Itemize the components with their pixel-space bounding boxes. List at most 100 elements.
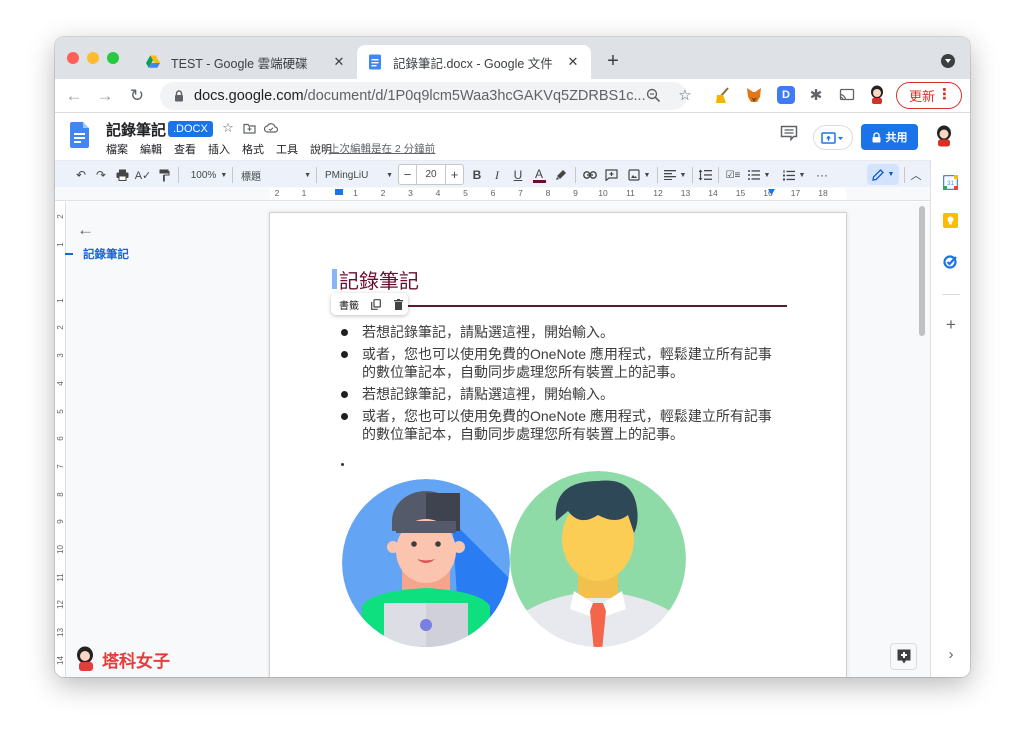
document-heading[interactable]: 記錄筆記	[339, 265, 419, 294]
metamask-fox-icon[interactable]	[745, 86, 763, 104]
profile-avatar-icon[interactable]	[868, 85, 886, 104]
reload-icon[interactable]: ↻	[124, 83, 150, 109]
bullet-list[interactable]: 若想記錄筆記，請點選這裡，開始輸入。 或者，您也可以使用免費的OneNote 應…	[340, 323, 780, 447]
zoom-select[interactable]: 100% ▼	[187, 165, 231, 185]
numbered-list-button[interactable]: ▼	[780, 165, 808, 185]
present-button[interactable]	[813, 125, 853, 150]
vertical-ruler[interactable]: 21123456789101112131415	[55, 202, 66, 677]
share-button[interactable]: 共用	[861, 124, 918, 150]
tab-search-icon[interactable]	[941, 54, 955, 68]
move-folder-icon[interactable]	[241, 120, 257, 136]
bookmark-star-icon[interactable]: ☆	[673, 83, 697, 107]
present-icon	[821, 131, 843, 144]
broom-extension-icon[interactable]	[714, 86, 732, 104]
tab-strip: TEST - Google 雲端硬碟 ✕ 記錄筆記.docx - Google …	[55, 37, 970, 79]
paragraph-style-select[interactable]: 標題 ▼	[241, 165, 311, 185]
tab-close-icon[interactable]: ✕	[563, 52, 583, 72]
google-keep-icon[interactable]	[943, 213, 958, 228]
cast-icon[interactable]	[838, 86, 856, 104]
left-indent-marker[interactable]	[335, 189, 343, 195]
add-comment-icon[interactable]	[603, 165, 619, 185]
google-calendar-icon[interactable]: 31	[943, 175, 958, 190]
align-button[interactable]: ▼	[662, 165, 688, 185]
close-outline-back-icon[interactable]: ←	[77, 220, 95, 239]
google-tasks-icon[interactable]	[943, 254, 958, 269]
comment-history-icon[interactable]	[780, 125, 798, 141]
explore-button[interactable]	[890, 643, 917, 670]
text-color-glyph: A	[534, 166, 543, 181]
tab-close-icon[interactable]: ✕	[329, 52, 349, 72]
line-spacing-icon[interactable]	[697, 165, 713, 185]
cloud-saved-icon[interactable]	[263, 120, 279, 136]
decrease-font-size-button[interactable]: −	[399, 167, 416, 182]
d-extension-icon[interactable]: D	[777, 86, 795, 104]
underline-button[interactable]: U	[510, 165, 526, 185]
bulleted-list-button[interactable]: ▼	[745, 165, 773, 185]
window-maximize-button[interactable]	[107, 52, 119, 64]
bold-button[interactable]: B	[469, 165, 485, 185]
update-button[interactable]: 更新 ⋮	[896, 82, 962, 109]
spellcheck-icon[interactable]: A✓	[135, 165, 152, 185]
print-icon[interactable]	[114, 165, 130, 185]
bookmark-label[interactable]: 書籤	[339, 297, 359, 312]
more-options-button[interactable]: ···	[814, 165, 830, 185]
back-arrow-icon[interactable]: ←	[61, 83, 87, 109]
menu-edit[interactable]: 編輯	[140, 141, 162, 157]
last-edit-link[interactable]: 上次編輯是在 2 分鐘前	[329, 141, 435, 156]
expand-panel-icon[interactable]: ›	[944, 646, 958, 663]
list-item[interactable]: 或者，您也可以使用免費的OneNote 應用程式，輕鬆建立所有記事的數位筆記本，…	[340, 345, 780, 381]
add-addon-icon[interactable]: +	[943, 315, 959, 335]
vertical-ruler-number: 9	[56, 519, 65, 525]
horizontal-ruler[interactable]: 2 1 1 2 3 4 5 6 7 8 9 10 11 12 13 14 15 16 17 18	[55, 187, 930, 201]
new-tab-button[interactable]: +	[601, 49, 625, 73]
outline-item-heading[interactable]: 記錄筆記	[65, 246, 129, 262]
user-avatars-illustration[interactable]	[342, 471, 687, 651]
document-title[interactable]: 記錄筆記	[106, 119, 166, 140]
account-avatar[interactable]	[934, 125, 954, 147]
undo-icon[interactable]: ↶	[73, 165, 89, 185]
add-comment-float-icon	[897, 649, 910, 664]
copy-link-icon[interactable]	[371, 298, 381, 310]
ruler-number: 13	[680, 188, 691, 198]
menu-format[interactable]: 格式	[242, 141, 264, 157]
document-page[interactable]: 記錄筆記 書籤 若想記錄筆記，請點選這裡，開始輸入。 或者，您也可以使用免費的O…	[270, 213, 846, 677]
menu-tools[interactable]: 工具	[276, 141, 298, 157]
text-color-button[interactable]: A	[531, 165, 547, 185]
vertical-ruler-number: 14	[56, 655, 65, 665]
vertical-scrollbar[interactable]	[919, 206, 925, 336]
puzzle-extensions-icon[interactable]: ✱	[807, 86, 825, 104]
list-item[interactable]: 若想記錄筆記，請點選這裡，開始輸入。	[340, 385, 780, 403]
tab-google-drive[interactable]: TEST - Google 雲端硬碟 ✕	[135, 45, 357, 79]
bookmark-marker[interactable]	[332, 269, 337, 289]
vertical-ruler-number: 4	[56, 381, 65, 386]
forward-arrow-icon[interactable]: →	[92, 83, 118, 109]
collapse-menus-icon[interactable]: ︿	[908, 165, 924, 185]
watermark-avatar-icon	[77, 646, 93, 671]
editing-mode-button[interactable]: ▼	[867, 164, 899, 185]
window-close-button[interactable]	[67, 52, 79, 64]
address-bar[interactable]: docs.google.com/document/d/1P0q9lcm5Waa3…	[160, 82, 687, 110]
zoom-magnifier-icon[interactable]	[641, 83, 665, 107]
font-family-select[interactable]: PMingLiU ▼	[325, 165, 393, 185]
insert-link-icon[interactable]	[582, 165, 598, 185]
star-icon[interactable]: ☆	[220, 120, 236, 136]
delete-trash-icon[interactable]	[394, 298, 403, 310]
checklist-icon[interactable]: ☑≡	[725, 165, 741, 185]
highlight-pen-icon[interactable]	[553, 165, 569, 185]
increase-font-size-button[interactable]: +	[446, 167, 463, 182]
tab-google-docs[interactable]: 記錄筆記.docx - Google 文件 ✕	[357, 45, 591, 79]
menu-view[interactable]: 查看	[174, 141, 196, 157]
insert-image-button[interactable]: ▼	[625, 165, 653, 185]
redo-icon[interactable]: ↷	[93, 165, 109, 185]
man-avatar	[510, 471, 686, 647]
italic-button[interactable]: I	[489, 165, 505, 185]
window-minimize-button[interactable]	[87, 52, 99, 64]
menu-file[interactable]: 檔案	[106, 141, 128, 157]
font-size-input[interactable]: 20	[416, 165, 446, 184]
docs-logo-icon[interactable]	[70, 122, 89, 148]
menu-insert[interactable]: 插入	[208, 141, 230, 157]
paint-format-icon[interactable]	[156, 165, 172, 185]
side-panel-divider	[942, 294, 960, 295]
list-item[interactable]: 若想記錄筆記，請點選這裡，開始輸入。	[340, 323, 780, 341]
list-item[interactable]: 或者，您也可以使用免費的OneNote 應用程式，輕鬆建立所有記事的數位筆記本，…	[340, 407, 780, 443]
